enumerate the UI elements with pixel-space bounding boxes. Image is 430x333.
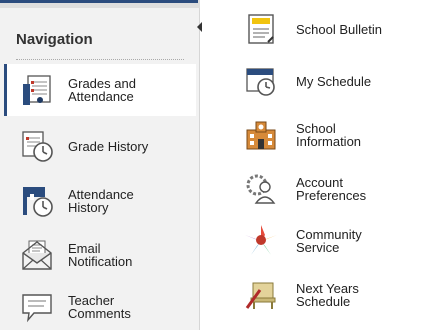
nav-item-label: My Schedule xyxy=(296,73,372,89)
attendance-history-icon xyxy=(18,182,56,220)
navigation-heading: Navigation xyxy=(16,31,93,48)
navigation-panel: Navigation Grades and Attendance Grade H… xyxy=(0,0,202,333)
nav-item-label: Grades and Attendance xyxy=(68,76,136,104)
nav-item-email-notification[interactable]: Email Notification xyxy=(4,229,196,281)
grade-history-icon xyxy=(18,127,56,165)
collapse-arrow-icon[interactable] xyxy=(197,22,202,32)
community-icon xyxy=(242,222,280,260)
account-icon xyxy=(242,170,280,208)
nav-item-label: Account Preferences xyxy=(296,175,367,203)
nav-item-attendance-history[interactable]: Attendance History xyxy=(4,175,196,227)
school-icon xyxy=(242,116,280,154)
bulletin-icon xyxy=(242,10,280,48)
nav-item-label: Next Years Schedule xyxy=(296,281,359,309)
nav-item-label: Grade History xyxy=(68,138,149,154)
next-years-icon xyxy=(242,276,280,314)
nav-item-grades-and-attendance[interactable]: Grades and Attendance xyxy=(4,64,196,116)
top-bar-accent xyxy=(0,0,198,3)
nav-item-next-years-schedule[interactable]: Next Years Schedule xyxy=(238,270,430,320)
nav-item-teacher-comments[interactable]: Teacher Comments xyxy=(4,281,196,333)
nav-item-label: School Bulletin xyxy=(296,21,382,37)
schedule-icon xyxy=(242,62,280,100)
heading-divider xyxy=(16,59,184,60)
nav-item-label: School Information xyxy=(296,121,362,149)
nav-item-account-preferences[interactable]: Account Preferences xyxy=(238,164,430,214)
nav-item-label: Community Service xyxy=(296,227,362,255)
nav-item-school-information[interactable]: School Information xyxy=(238,110,430,160)
email-icon xyxy=(18,236,56,274)
nav-item-my-schedule[interactable]: My Schedule xyxy=(238,56,430,106)
grades-attendance-icon xyxy=(18,71,56,109)
comments-icon xyxy=(18,288,56,326)
nav-item-label: Teacher Comments xyxy=(68,293,131,321)
more-navigation-panel: School Bulletin My Schedule School Infor… xyxy=(238,0,430,330)
top-bar xyxy=(0,0,200,8)
nav-item-grade-history[interactable]: Grade History xyxy=(4,120,196,172)
nav-item-community-service[interactable]: Community Service xyxy=(238,216,430,266)
nav-item-label: Email Notification xyxy=(68,241,133,269)
nav-item-school-bulletin[interactable]: School Bulletin xyxy=(238,4,430,54)
nav-item-label: Attendance History xyxy=(68,187,134,215)
